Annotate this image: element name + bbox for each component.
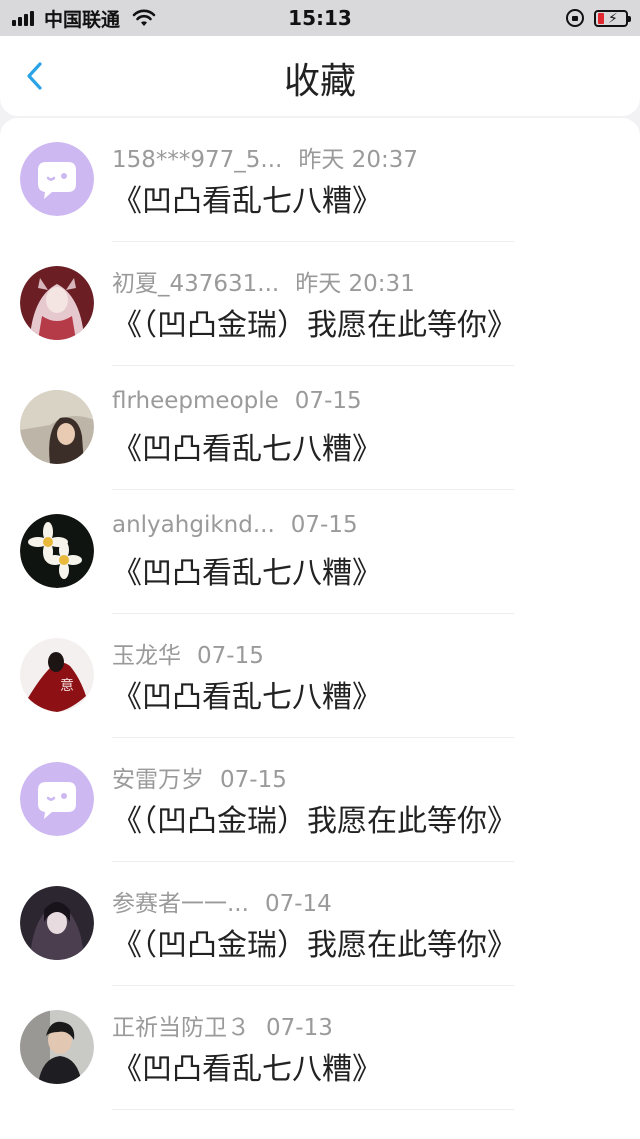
favorite-title[interactable]: 《凹凸看乱七八糟》 [112, 176, 382, 220]
favorite-title[interactable]: 《凹凸看乱七八糟》 [112, 548, 382, 592]
favorite-title[interactable]: 《凹凸看乱七八糟》 [112, 672, 382, 716]
user-name: 正祈当防卫３ [112, 1015, 250, 1041]
favorite-title[interactable]: 《凹凸看乱七八糟》 [112, 424, 382, 468]
status-bar: 中国联通 15:13 ⚡ [0, 0, 640, 36]
list-item[interactable]: 正祈当防卫３ 07-13 《凹凸看乱七八糟》 [0, 986, 640, 1110]
item-time: 07-13 [266, 1015, 333, 1041]
item-meta: flrheepmeople 07-15 [112, 388, 362, 414]
divider [112, 1109, 514, 1110]
favorites-list: 158***977_5... 昨天 20:37 《凹凸看乱七八糟》 初夏_43763… [0, 118, 640, 1139]
item-time: 昨天 20:37 [298, 147, 418, 173]
list-item[interactable]: 安雷万岁 07-15 《（凹凸金瑞）我愿在此等你》 [0, 738, 640, 862]
list-item[interactable]: flrheepmeople 07-15 《凹凸看乱七八糟》 [0, 366, 640, 490]
user-name: 158***977_5... [112, 147, 283, 173]
page-title: 收藏 [283, 61, 356, 102]
status-time: 15:13 [288, 6, 352, 30]
item-time: 07-14 [264, 891, 332, 917]
rotation-lock-icon [566, 9, 584, 27]
list-item[interactable]: 158***977_5... 昨天 20:37 《凹凸看乱七八糟》 [0, 118, 640, 242]
avatar[interactable] [20, 886, 94, 960]
favorite-title[interactable]: 《（凹凸金瑞）我愿在此等你》 [112, 920, 517, 964]
item-meta: 正祈当防卫３ 07-13 [112, 1008, 333, 1042]
avatar[interactable] [20, 514, 94, 588]
item-time: 昨天 20:31 [295, 271, 415, 297]
user-name: 玉龙华 [112, 643, 181, 669]
item-time: 07-15 [197, 643, 264, 669]
item-time: 07-15 [290, 512, 358, 538]
avatar[interactable] [20, 390, 94, 464]
svg-text:意: 意 [60, 677, 74, 694]
item-meta: 初夏_437631... 昨天 20:31 [112, 264, 415, 298]
favorite-title[interactable]: 《（凹凸金瑞）我愿在此等你》 [112, 300, 517, 344]
avatar[interactable] [20, 142, 94, 216]
user-name: 安雷万岁 [112, 767, 204, 793]
list-item[interactable]: 参赛者一一... 07-14 《（凹凸金瑞）我愿在此等你》 [0, 862, 640, 986]
charging-bolt-icon: ⚡ [608, 10, 618, 27]
item-meta: 158***977_5... 昨天 20:37 [112, 140, 418, 174]
list-item[interactable]: 初夏_437631... 昨天 20:31 《（凹凸金瑞）我愿在此等你》 [0, 242, 640, 366]
item-meta: anlyahgiknd... 07-15 [112, 512, 358, 538]
user-name: flrheepmeople [112, 388, 279, 414]
item-meta: 玉龙华 07-15 [112, 636, 264, 670]
favorite-title[interactable]: 《凹凸看乱七八糟》 [112, 1044, 382, 1088]
avatar[interactable] [20, 266, 94, 340]
user-name: 初夏_437631... [112, 271, 280, 297]
item-time: 07-15 [220, 767, 287, 793]
list-item[interactable]: anlyahgiknd... 07-15 《凹凸看乱七八糟》 [0, 490, 640, 614]
battery-fill [598, 12, 604, 24]
avatar[interactable]: 意 [20, 638, 94, 712]
user-name: anlyahgiknd... [112, 512, 275, 538]
status-right: ⚡ [566, 0, 631, 36]
item-meta: 安雷万岁 07-15 [112, 760, 287, 794]
user-name: 参赛者一一... [112, 891, 249, 917]
item-meta: 参赛者一一... 07-14 [112, 884, 332, 918]
favorite-title[interactable]: 《（凹凸金瑞）我愿在此等你》 [112, 796, 517, 840]
nav-header: 收藏 [0, 36, 640, 116]
avatar[interactable] [20, 762, 94, 836]
item-time: 07-15 [294, 388, 362, 414]
avatar[interactable] [20, 1010, 94, 1084]
battery-icon: ⚡ [594, 9, 631, 27]
list-item[interactable]: 意 玉龙华 07-15 《凹凸看乱七八糟》 [0, 614, 640, 738]
